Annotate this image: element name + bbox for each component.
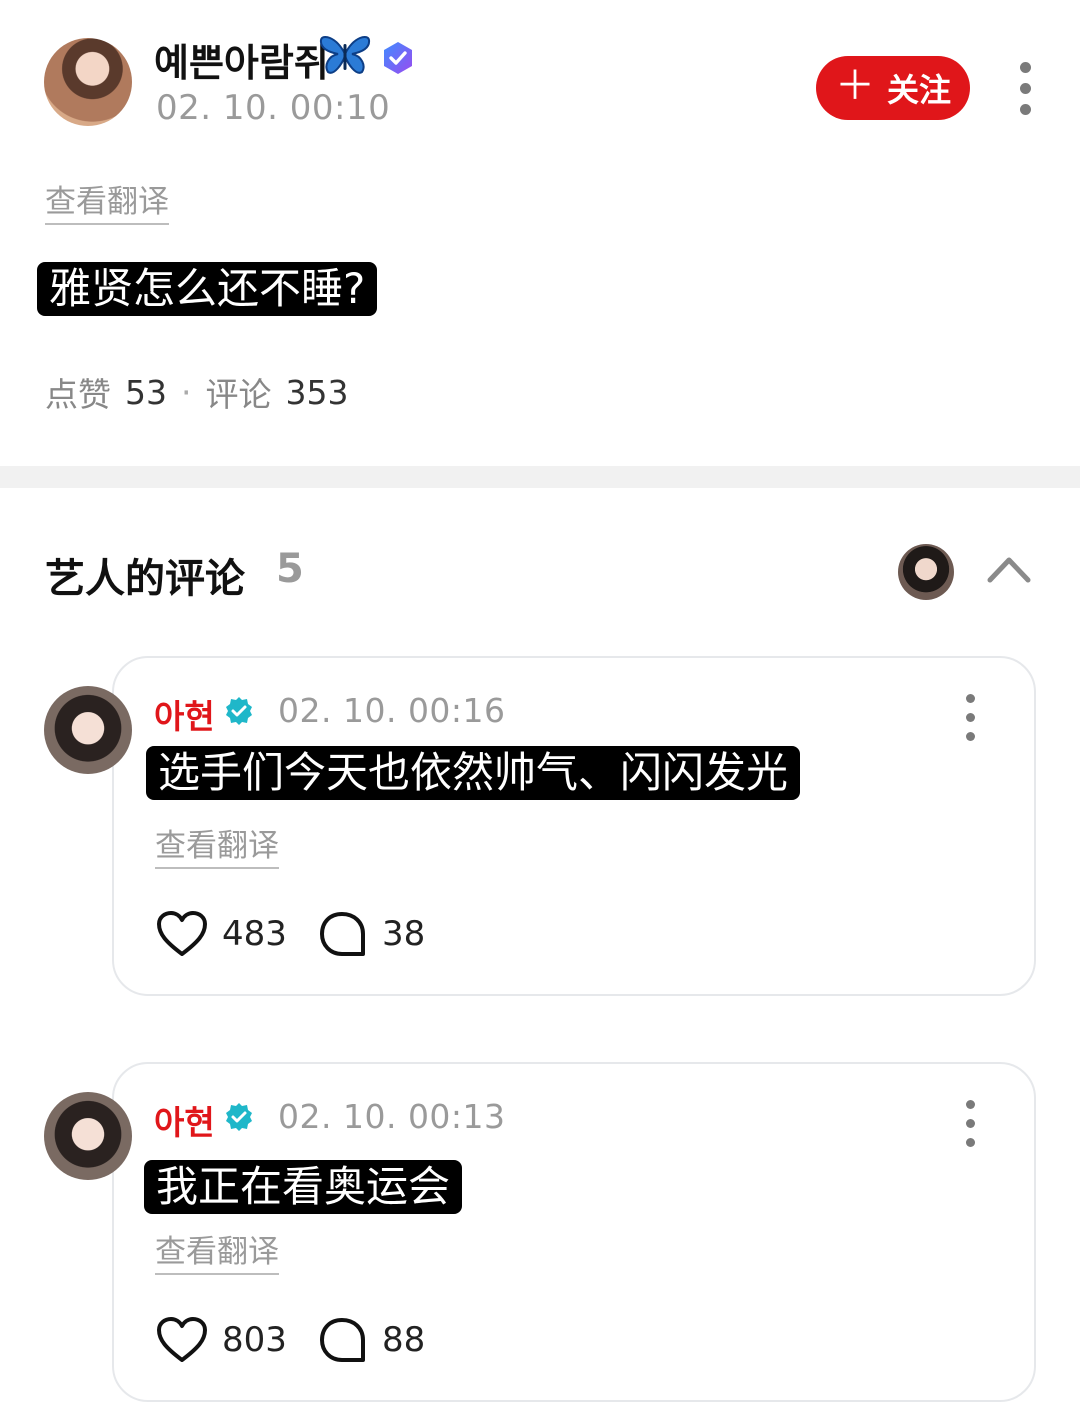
commenter-avatar[interactable] [44,1092,132,1180]
separator-dot: · [181,372,192,412]
see-translation-link[interactable]: 查看翻译 [155,1226,279,1275]
likes-label: 点赞 [45,375,111,414]
verified-badge-icon [226,1103,252,1131]
commenter-name[interactable]: 아현 [154,690,215,738]
reply-count: 38 [382,914,426,954]
follow-button[interactable]: ＋ 关注 [816,56,970,120]
section-divider [0,466,1080,488]
butterfly-emoji-icon [319,36,371,74]
reply-button[interactable]: 88 [318,1316,425,1364]
author-name[interactable]: 예쁜아람쥐 [154,32,329,87]
likes-count: 53 [125,372,167,412]
post-stats: 点赞 53 · 评论 353 [45,368,349,416]
more-vertical-icon[interactable] [960,1100,980,1147]
reply-count: 88 [382,1320,426,1360]
post-timestamp: 02. 10. 00:10 [156,88,391,128]
artist-comments-count: 5 [276,546,304,592]
comments-count[interactable]: 353 [286,373,349,412]
follow-label: 关注 [886,71,951,109]
post-text: 雅贤怎么还不睡? [37,262,378,316]
like-button[interactable]: 803 [156,1316,287,1364]
more-vertical-icon[interactable] [1015,62,1035,115]
author-avatar[interactable] [44,38,132,126]
reply-button[interactable]: 38 [318,910,425,958]
like-button[interactable]: 483 [156,910,287,958]
like-count: 803 [222,1320,287,1360]
comment-timestamp: 02. 10. 00:16 [278,691,506,730]
heart-icon [157,1317,207,1362]
comment-timestamp: 02. 10. 00:13 [278,1097,506,1136]
artist-comments-title: 艺人的评论 [45,556,245,602]
artist-avatar-small[interactable] [898,544,954,600]
heart-icon [157,911,207,956]
comment-bubble-icon [320,1318,365,1362]
verified-badge-icon [384,42,412,74]
commenter-avatar[interactable] [44,686,132,774]
comment-text: 我正在看奥运会 [144,1160,463,1214]
chevron-up-icon[interactable] [986,552,1032,586]
plus-icon: ＋ [834,63,875,109]
comment-text: 选手们今天也依然帅气、闪闪发光 [146,746,801,800]
more-vertical-icon[interactable] [960,694,980,741]
verified-badge-icon [226,697,252,725]
see-translation-link[interactable]: 查看翻译 [155,820,279,869]
like-count: 483 [222,914,287,954]
see-translation-link[interactable]: 查看翻译 [45,176,169,225]
commenter-name[interactable]: 아현 [154,1096,215,1144]
comment-bubble-icon [320,912,365,956]
comments-label[interactable]: 评论 [206,368,272,416]
